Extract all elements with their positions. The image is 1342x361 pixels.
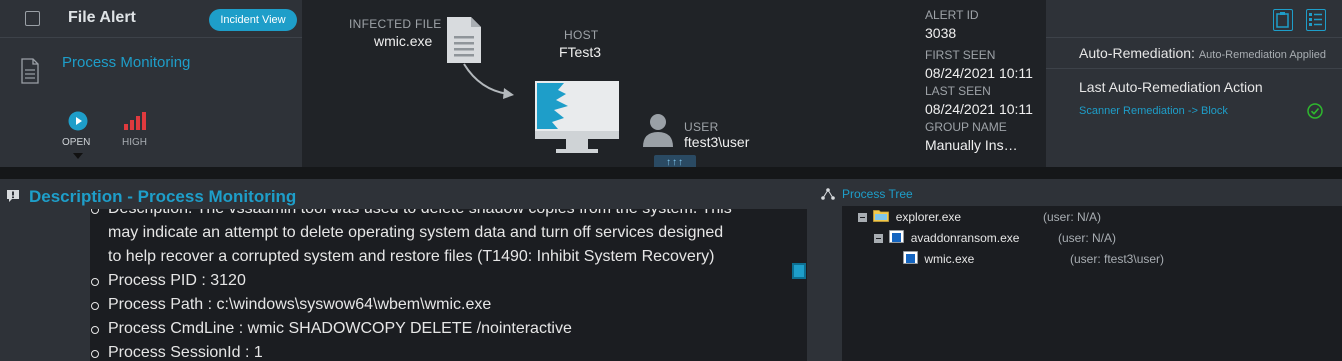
play-icon[interactable] <box>68 111 88 136</box>
tree-node-user: (user: N/A) <box>1043 210 1102 224</box>
alert-id-label: ALERT ID <box>925 8 979 22</box>
description-header: Description - Process Monitoring <box>0 179 810 211</box>
severity-label: HIGH <box>122 137 147 148</box>
status-label: OPEN <box>62 137 91 148</box>
user-label: USER <box>684 120 719 134</box>
checklist-icon[interactable] <box>1306 9 1326 31</box>
group-name-value: Manually Ins… <box>925 137 1018 153</box>
process-pid-item: Process PID : 3120 <box>90 269 780 293</box>
folder-icon <box>873 209 890 225</box>
description-title: Description - Process Monitoring <box>29 187 297 206</box>
tree-node-user: (user: ftest3\user) <box>1070 252 1165 266</box>
auto-remediation-label: Auto-Remediation: <box>1079 45 1195 61</box>
window-icon <box>903 251 918 267</box>
first-seen-label: FIRST SEEN <box>925 48 996 62</box>
last-seen-label: LAST SEEN <box>925 84 991 98</box>
tree-node[interactable]: wmic.exe (user: ftest3\user) <box>900 251 1328 267</box>
description-gutter <box>0 211 90 361</box>
alert-title: File Alert <box>68 9 136 26</box>
tree-node[interactable]: avaddonransom.exe (user: N/A) <box>874 230 1328 246</box>
last-remediation-label: Last Auto-Remediation Action <box>1079 79 1263 95</box>
tree-icon <box>821 187 835 205</box>
description-item-text: Description: The vssadmin tool was used … <box>90 209 780 221</box>
incident-view-button[interactable]: Incident View <box>209 9 297 31</box>
scrollbar-thumb[interactable] <box>792 263 806 279</box>
process-path-item: Process Path : c:\windows\syswow64\wbem\… <box>90 293 780 317</box>
tree-node-name: avaddonransom.exe <box>910 231 1020 245</box>
user-value: ftest3\user <box>684 134 750 150</box>
info-speech-icon <box>6 189 20 208</box>
document-icon <box>20 58 40 89</box>
status-dropdown-caret-icon[interactable] <box>73 153 83 159</box>
description-item-text-cont: to help recover a corrupted system and r… <box>108 248 715 265</box>
description-item-text-cont: may indicate an attempt to delete operat… <box>108 224 724 241</box>
clipboard-icon[interactable] <box>1273 9 1293 31</box>
process-sessionid-item: Process SessionId : 1 <box>90 341 780 361</box>
host-value: FTest3 <box>559 44 602 60</box>
collapse-icon[interactable] <box>874 233 883 243</box>
first-seen-value: 08/24/2021 10:11 <box>925 65 1033 81</box>
severity-bars-icon <box>124 112 146 135</box>
success-check-icon <box>1307 103 1323 124</box>
select-alert-checkbox[interactable] <box>25 11 40 26</box>
infected-file-value: wmic.exe <box>374 33 433 49</box>
infected-file-label: INFECTED FILE <box>349 17 442 31</box>
alert-id-value: 3038 <box>925 25 957 41</box>
description-list: Description: The vssadmin tool was used … <box>90 209 780 361</box>
divider <box>1046 68 1342 69</box>
scanner-remediation-link[interactable]: Scanner Remediation -> Block <box>1079 105 1228 117</box>
process-monitoring-link[interactable]: Process Monitoring <box>62 54 190 71</box>
process-tree-gutter <box>810 206 842 361</box>
window-icon <box>889 230 905 246</box>
auto-remediation-value: Auto-Remediation Applied <box>1198 49 1327 61</box>
alert-page: File Alert Incident View Process Monitor… <box>0 0 1342 361</box>
process-cmdline-item: Process CmdLine : wmic SHADOWCOPY DELETE… <box>90 317 780 341</box>
process-tree-title: Process Tree <box>842 187 913 201</box>
description-body: Description: The vssadmin tool was used … <box>90 209 807 361</box>
remediation-toolbar <box>1046 0 1342 38</box>
remediation-panel: Auto-Remediation: Auto-Remediation Appli… <box>1046 0 1342 167</box>
tree-node-name: wmic.exe <box>924 252 975 266</box>
tree-node-name: explorer.exe <box>895 210 962 224</box>
alert-summary-panel: File Alert Incident View Process Monitor… <box>0 0 302 167</box>
monitor-icon <box>534 80 620 159</box>
auto-remediation-row: Auto-Remediation: Auto-Remediation Appli… <box>1079 45 1326 61</box>
last-seen-value: 08/24/2021 10:11 <box>925 101 1033 117</box>
tree-node-user: (user: N/A) <box>1058 231 1117 245</box>
group-name-label: GROUP NAME <box>925 120 1007 134</box>
host-label: HOST <box>564 28 599 42</box>
process-tree-body: explorer.exe (user: N/A) avaddonransom.e… <box>842 206 1342 361</box>
section-divider <box>0 167 1342 179</box>
user-icon <box>640 113 676 152</box>
alert-header-row: File Alert Incident View <box>0 0 302 38</box>
alert-graph-area: INFECTED FILE wmic.exe HOST FTest3 USER … <box>302 0 910 171</box>
arrow-icon <box>462 62 518 107</box>
collapse-icon[interactable] <box>858 212 867 222</box>
tree-node[interactable]: explorer.exe (user: N/A) <box>858 209 1328 225</box>
process-tree-header: Process Tree <box>810 179 1342 206</box>
